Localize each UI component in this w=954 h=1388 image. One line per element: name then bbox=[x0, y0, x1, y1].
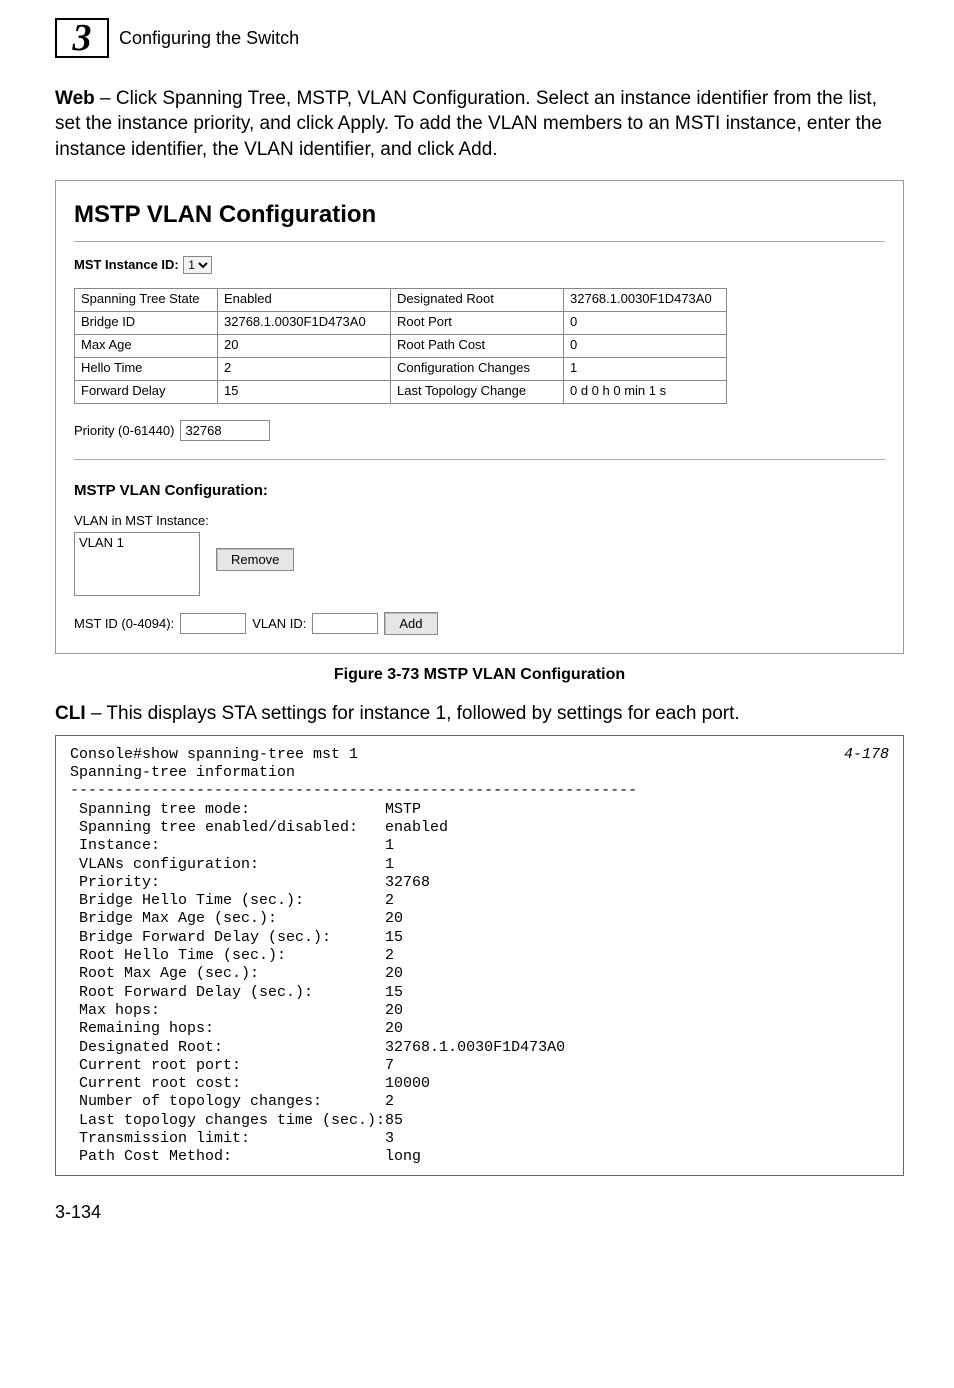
cli-text: – This displays STA settings for instanc… bbox=[86, 703, 740, 724]
page-header: 3 Configuring the Switch bbox=[55, 0, 904, 58]
table-cell: Root Port bbox=[391, 311, 564, 334]
divider bbox=[74, 459, 885, 460]
chapter-number-icon: 3 bbox=[55, 18, 109, 58]
list-item[interactable]: VLAN 1 bbox=[77, 535, 197, 550]
section-title: Configuring the Switch bbox=[119, 28, 299, 49]
table-cell: 0 bbox=[564, 311, 727, 334]
vlan-list-label: VLAN in MST Instance: bbox=[74, 513, 885, 528]
add-button[interactable]: Add bbox=[384, 612, 437, 635]
table-cell: Designated Root bbox=[391, 288, 564, 311]
vlan-id-input[interactable] bbox=[312, 613, 378, 634]
page-number: 3-134 bbox=[55, 1202, 904, 1223]
table-cell: 32768.1.0030F1D473A0 bbox=[218, 311, 391, 334]
table-cell: Last Topology Change bbox=[391, 380, 564, 403]
panel-title: MSTP VLAN Configuration bbox=[74, 201, 885, 229]
vlan-id-label: VLAN ID: bbox=[252, 616, 306, 631]
intro-lead: Web bbox=[55, 88, 95, 109]
table-row: Bridge ID32768.1.0030F1D473A0Root Port0 bbox=[75, 311, 727, 334]
cli-intro: CLI – This displays STA settings for ins… bbox=[55, 703, 904, 725]
divider bbox=[74, 241, 885, 242]
table-cell: 0 bbox=[564, 334, 727, 357]
cli-output-box: 4-178 Console#show spanning-tree mst 1 Sp… bbox=[55, 735, 904, 1176]
mst-instance-select[interactable]: 1 bbox=[183, 256, 212, 274]
table-cell: 0 d 0 h 0 min 1 s bbox=[564, 380, 727, 403]
table-cell: 2 bbox=[218, 357, 391, 380]
table-cell: Configuration Changes bbox=[391, 357, 564, 380]
mst-instance-label: MST Instance ID: bbox=[74, 257, 179, 272]
table-row: Max Age20Root Path Cost0 bbox=[75, 334, 727, 357]
table-row: Spanning Tree StateEnabledDesignated Roo… bbox=[75, 288, 727, 311]
vlan-listbox[interactable]: VLAN 1 bbox=[74, 532, 200, 596]
table-cell: 1 bbox=[564, 357, 727, 380]
subheading: MSTP VLAN Configuration: bbox=[74, 482, 885, 499]
table-cell: Root Path Cost bbox=[391, 334, 564, 357]
cli-page-reference: 4-178 bbox=[844, 746, 889, 764]
intro-text: – Click Spanning Tree, MSTP, VLAN Config… bbox=[55, 88, 882, 160]
table-cell: Max Age bbox=[75, 334, 218, 357]
table-row: Forward Delay15Last Topology Change0 d 0… bbox=[75, 380, 727, 403]
config-panel: MSTP VLAN Configuration MST Instance ID:… bbox=[55, 180, 904, 654]
remove-button[interactable]: Remove bbox=[216, 548, 294, 571]
table-cell: Enabled bbox=[218, 288, 391, 311]
figure-caption: Figure 3-73 MSTP VLAN Configuration bbox=[55, 666, 904, 684]
table-cell: 32768.1.0030F1D473A0 bbox=[564, 288, 727, 311]
cli-lead: CLI bbox=[55, 703, 86, 724]
chapter-number: 3 bbox=[73, 16, 92, 60]
priority-label: Priority (0-61440) bbox=[74, 423, 174, 438]
mst-id-input[interactable] bbox=[180, 613, 246, 634]
table-cell: Forward Delay bbox=[75, 380, 218, 403]
mst-id-label: MST ID (0-4094): bbox=[74, 616, 174, 631]
table-cell: Bridge ID bbox=[75, 311, 218, 334]
table-row: Hello Time2Configuration Changes1 bbox=[75, 357, 727, 380]
info-table: Spanning Tree StateEnabledDesignated Roo… bbox=[74, 288, 727, 404]
cli-output: Console#show spanning-tree mst 1 Spannin… bbox=[70, 746, 637, 1166]
intro-paragraph: Web – Click Spanning Tree, MSTP, VLAN Co… bbox=[55, 86, 904, 162]
table-cell: 20 bbox=[218, 334, 391, 357]
table-cell: 15 bbox=[218, 380, 391, 403]
table-cell: Hello Time bbox=[75, 357, 218, 380]
priority-input[interactable] bbox=[180, 420, 270, 441]
table-cell: Spanning Tree State bbox=[75, 288, 218, 311]
